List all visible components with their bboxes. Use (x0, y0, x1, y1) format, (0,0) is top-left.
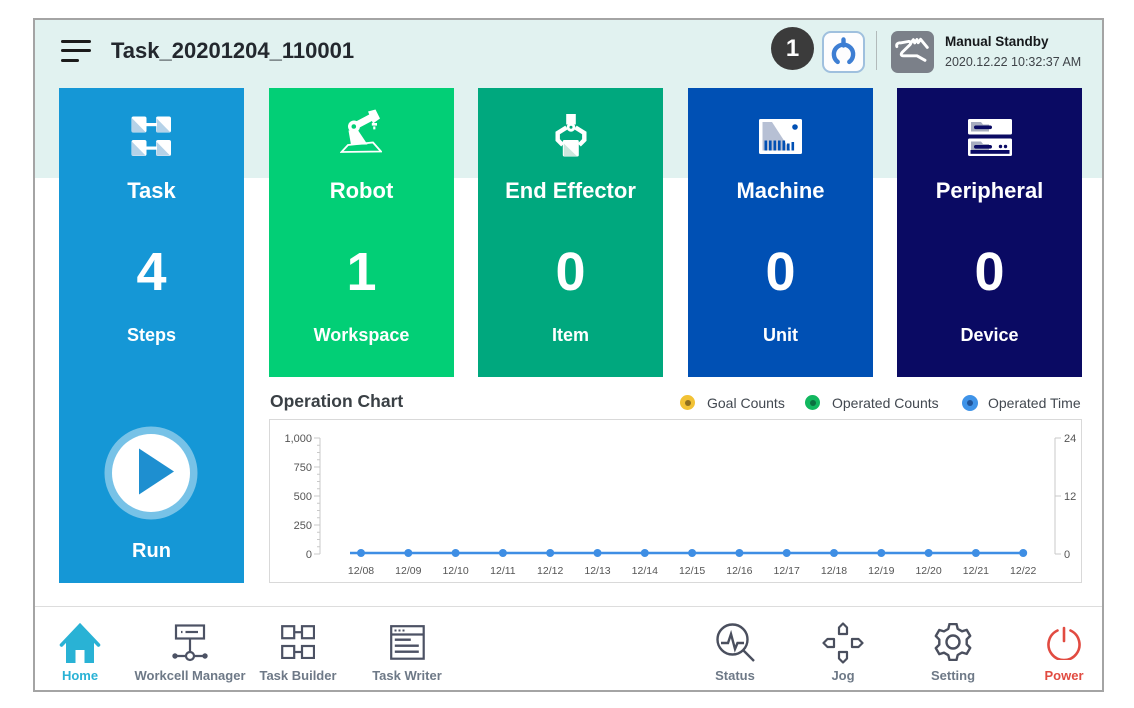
svg-text:12/21: 12/21 (963, 565, 989, 577)
svg-text:250: 250 (294, 520, 312, 532)
svg-text:24: 24 (1064, 433, 1076, 445)
svg-text:12/22: 12/22 (1010, 565, 1036, 577)
svg-text:0: 0 (306, 549, 312, 561)
svg-text:12/15: 12/15 (679, 565, 705, 577)
svg-text:12: 12 (1064, 491, 1076, 503)
svg-text:750: 750 (294, 462, 312, 474)
svg-text:12/08: 12/08 (348, 565, 374, 577)
svg-text:12/18: 12/18 (821, 565, 847, 577)
svg-text:0: 0 (1064, 549, 1070, 561)
svg-text:1,000: 1,000 (284, 433, 312, 445)
svg-text:12/09: 12/09 (395, 565, 421, 577)
svg-text:12/13: 12/13 (584, 565, 610, 577)
svg-text:12/19: 12/19 (868, 565, 894, 577)
svg-text:12/17: 12/17 (774, 565, 800, 577)
svg-text:12/14: 12/14 (632, 565, 658, 577)
svg-text:12/12: 12/12 (537, 565, 563, 577)
svg-text:12/20: 12/20 (915, 565, 941, 577)
svg-text:12/16: 12/16 (726, 565, 752, 577)
svg-text:12/10: 12/10 (442, 565, 468, 577)
svg-text:500: 500 (294, 491, 312, 503)
svg-text:12/11: 12/11 (490, 565, 516, 577)
